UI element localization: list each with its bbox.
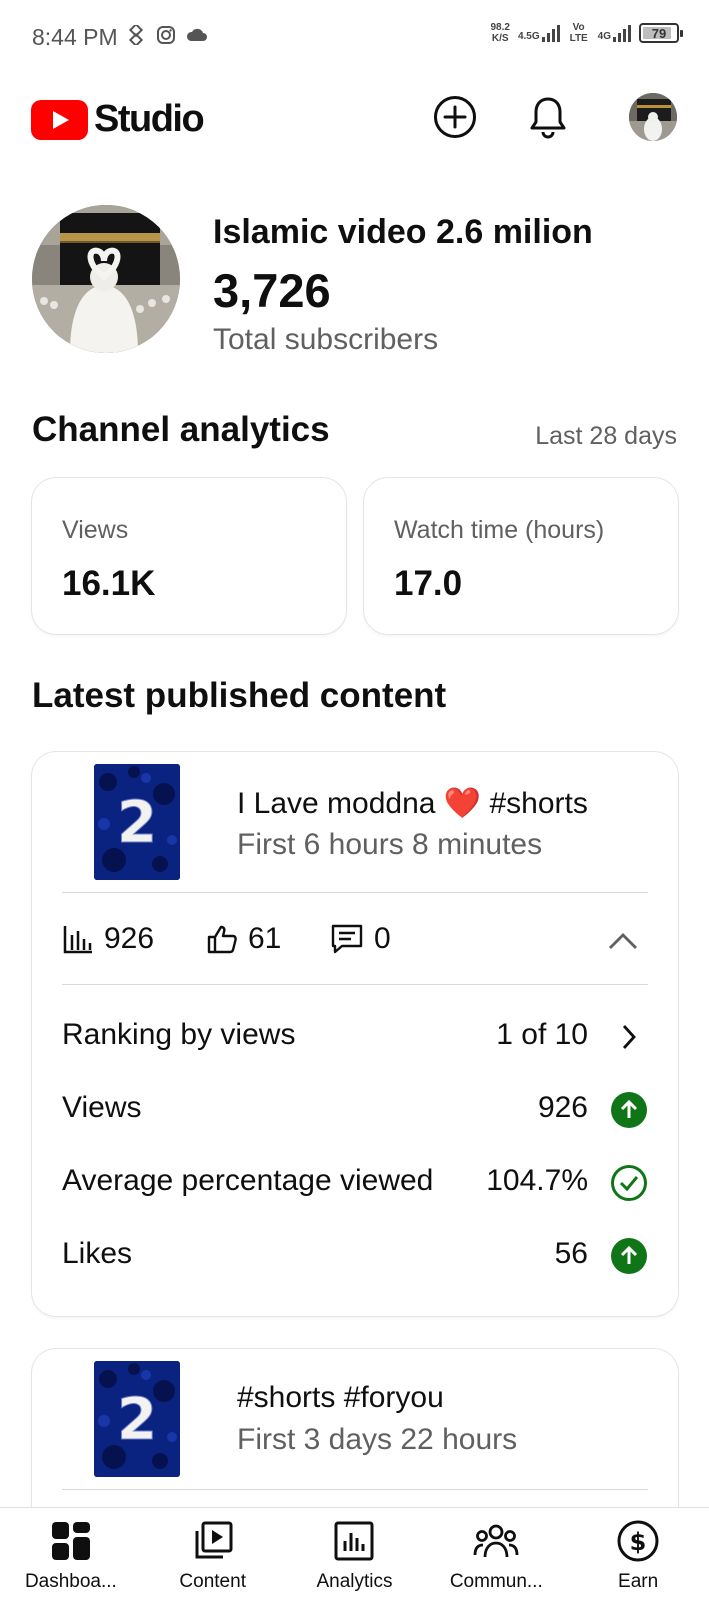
nav-analytics[interactable]: Analytics [284,1508,426,1600]
channel-name: Islamic video 2.6 milion [213,213,593,251]
nav-earn-label: Earn [618,1571,659,1592]
views-row-value: 926 [537,1091,588,1124]
svg-text:2: 2 [117,1385,157,1453]
likes-row-label: Likes [62,1237,133,1270]
nav-content-label: Content [179,1571,246,1592]
binance-icon [126,22,146,50]
content-icon [190,1518,236,1564]
watch-time-card[interactable]: Watch time (hours) 17.0 [364,478,678,634]
views-card-label: Views [62,516,129,544]
video-timeframe: First 3 days 22 hours [237,1423,518,1456]
signal-strength-2: 4G [598,24,631,42]
ranking-label: Ranking by views [62,1018,296,1051]
instagram-icon [156,25,176,50]
add-circle-icon [434,96,476,138]
nav-content[interactable]: Content [142,1508,284,1600]
nav-dashboard[interactable]: Dashboa... [0,1508,142,1600]
views-row: Views 926 [62,1091,648,1131]
notifications-button[interactable] [523,92,573,142]
create-button[interactable] [430,92,480,142]
latest-content-title: Latest published content [32,676,447,715]
nav-dashboard-label: Dashboa... [24,1571,117,1592]
battery-icon: 79 [639,23,683,43]
status-bar: 8:44 PM 98.2 K/S 4.5G Vo LTE 4G 79 [0,0,709,76]
nav-analytics-label: Analytics [316,1571,393,1592]
likes-metric: 61 [206,922,281,956]
net-speed: 98.2 K/S [490,22,510,44]
status-time: 8:44 PM [32,24,118,50]
nav-community[interactable]: Commun... [425,1508,567,1600]
check-circle-icon [610,1164,648,1202]
collapse-button[interactable] [604,922,642,960]
video-timeframe: First 6 hours 8 minutes [237,828,543,861]
app-header: Studio [0,88,709,148]
bar-chart-icon [63,926,92,954]
video-title: #shorts #foryou [237,1381,444,1414]
bell-icon [530,97,566,139]
likes-row: Likes 56 [62,1237,648,1277]
volte-label: Vo LTE [569,22,588,44]
channel-analytics-title: Channel analytics [32,410,330,449]
comments-metric-value: 0 [374,922,391,955]
likes-row-value: 56 [554,1237,588,1270]
community-icon [473,1518,519,1564]
views-metric: 926 [62,922,154,956]
analytics-icon [331,1518,377,1564]
views-metric-value: 926 [104,922,155,955]
nav-earn[interactable]: $ Earn [567,1508,709,1600]
arrow-up-circle-icon [610,1091,648,1129]
video-thumbnail[interactable]: 2 [94,1361,180,1477]
watch-time-card-label: Watch time (hours) [394,516,605,544]
status-system-icons: 98.2 K/S 4.5G Vo LTE 4G 79 [490,22,683,44]
comment-icon [331,924,363,954]
signal-strength-1: 4.5G [518,24,560,42]
channel-avatar[interactable] [32,205,180,353]
avg-percentage-value: 104.7% [486,1164,588,1197]
video-title: I Lave moddna ❤️ #shorts [237,787,588,820]
ranking-value: 1 of 10 [496,1018,588,1051]
avg-percentage-label: Average percentage viewed [62,1164,434,1197]
divider [62,892,648,893]
divider [62,1489,648,1490]
dashboard-icon [48,1518,94,1564]
thumbs-up-icon [207,925,237,954]
comments-metric: 0 [330,922,391,956]
watch-time-card-value: 17.0 [394,564,463,603]
arrow-up-circle-icon [610,1237,648,1275]
svg-text:2: 2 [117,788,157,856]
svg-text:$: $ [630,1528,647,1556]
brand-label: Studio [94,98,205,140]
nav-community-label: Commun... [449,1571,543,1592]
analytics-period: Last 28 days [535,422,677,450]
chevron-right-icon [610,1018,648,1056]
subscriber-label: Total subscribers [213,323,439,356]
latest-content-card[interactable]: 2 I Lave moddna ❤️ #shorts First 6 hours… [32,752,678,1316]
avg-percentage-row: Average percentage viewed 104.7% [62,1164,648,1204]
bottom-navigation: Dashboa... Content Analytics Commun... $… [0,1507,709,1600]
views-row-label: Views [62,1091,142,1124]
video-thumbnail[interactable]: 2 [94,764,180,880]
youtube-play-icon [31,99,88,140]
account-avatar[interactable] [629,93,677,141]
signal-bars-icon [541,25,560,42]
youtube-studio-logo[interactable]: Studio [31,98,205,141]
views-card-value: 16.1K [62,564,156,603]
cloud-icon [186,27,208,48]
channel-summary: Islamic video 2.6 milion 3,726 Total sub… [32,205,682,356]
likes-metric-value: 61 [248,922,282,955]
signal-bars-icon [613,25,631,42]
earn-icon: $ [615,1518,661,1564]
views-card[interactable]: Views 16.1K [32,478,346,634]
chevron-up-icon [609,933,637,949]
divider [62,984,648,985]
status-notification-icons [126,22,208,50]
subscriber-count: 3,726 [213,264,331,317]
ranking-row[interactable]: Ranking by views 1 of 10 [62,1018,648,1058]
